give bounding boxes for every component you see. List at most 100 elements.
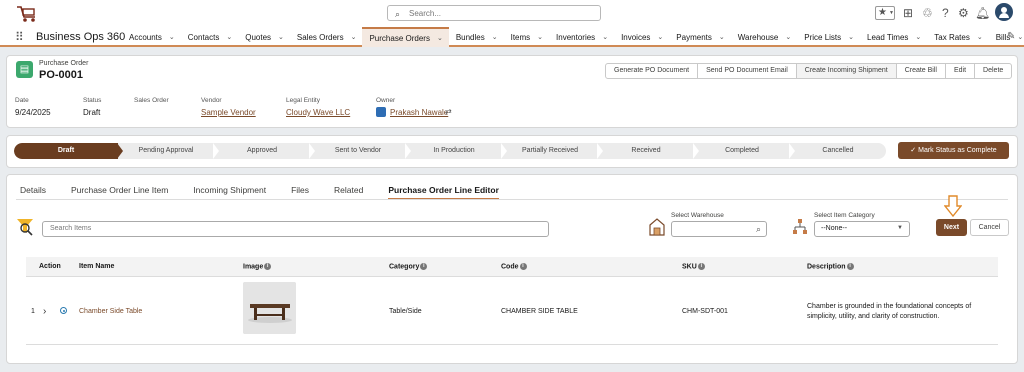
vendor-link[interactable]: Sample Vendor	[201, 108, 256, 117]
owner-link[interactable]: Prakash Nawale	[390, 108, 448, 117]
tab-details[interactable]: Details	[20, 184, 46, 200]
search-placeholder: Search...	[409, 9, 442, 18]
path-step-approved[interactable]: Approved	[214, 143, 310, 159]
nav-item-tax-rates[interactable]: Tax Rates ⌄	[927, 27, 988, 47]
purchase-order-icon: ▤	[16, 61, 33, 78]
nav-item-quotes[interactable]: Quotes ⌄	[238, 27, 290, 47]
col-category-label: Category	[389, 263, 420, 271]
status-value: Draft	[83, 108, 101, 117]
search-icon: ⌕	[755, 224, 761, 234]
path-step-in-production[interactable]: In Production	[406, 143, 502, 159]
mark-status-complete-button[interactable]: ✓ Mark Status as Complete	[898, 142, 1009, 159]
help-icon[interactable]: ?	[942, 6, 949, 20]
item-name-link[interactable]: Chamber Side Table	[79, 308, 142, 315]
create-bill-button[interactable]: Create Bill	[897, 64, 946, 78]
chevron-down-icon[interactable]: ⌄	[492, 33, 498, 41]
chevron-down-icon[interactable]: ⌄	[602, 33, 608, 41]
change-owner-icon[interactable]: ⇄	[445, 107, 452, 116]
row-select-radio[interactable]	[60, 307, 67, 314]
chevron-down-icon[interactable]: ⌄	[657, 33, 663, 41]
nav-item-contacts[interactable]: Contacts ⌄	[181, 27, 238, 47]
table-header: Action Item Name Image i Category i Code i …	[26, 257, 998, 277]
app-launcher-icon[interactable]: ⠿	[15, 30, 24, 44]
delete-button[interactable]: Delete	[975, 64, 1011, 78]
next-button[interactable]: Next	[936, 219, 967, 236]
path-step-partially-received[interactable]: Partially Received	[502, 143, 598, 159]
path-step-completed[interactable]: Completed	[694, 143, 790, 159]
nav-item-inventories[interactable]: Inventories ⌄	[549, 27, 614, 47]
tabs-divider	[16, 199, 1008, 200]
gear-icon[interactable]: ⚙	[958, 6, 969, 20]
chevron-down-icon[interactable]: ⌄	[977, 33, 983, 41]
chevron-down-icon[interactable]: ⌄	[719, 33, 725, 41]
chevron-down-icon: ▼	[889, 10, 894, 16]
nav-item-label: Quotes	[245, 32, 272, 42]
add-icon[interactable]: ⊞	[903, 6, 913, 20]
nav-item-label: Inventories	[556, 32, 596, 42]
tab-purchase-order-line-item[interactable]: Purchase Order Line Item	[71, 184, 168, 200]
category-select[interactable]: --None-- ▼	[814, 221, 910, 237]
nav-item-accounts[interactable]: Accounts ⌄	[122, 27, 181, 47]
nav-item-items[interactable]: Items ⌄	[504, 27, 549, 47]
col-image-label: Image	[243, 263, 264, 271]
path-step-draft[interactable]: Draft	[14, 143, 118, 159]
chevron-down-icon[interactable]: ⌄	[915, 33, 921, 41]
chevron-down-icon[interactable]: ⌄	[169, 33, 175, 41]
nav-item-bundles[interactable]: Bundles ⌄	[449, 27, 504, 47]
chevron-down-icon[interactable]: ⌄	[351, 33, 357, 41]
search-icon: ⌕	[395, 9, 401, 19]
favorites-button[interactable]: ★ ▼	[875, 6, 895, 20]
nav-item-price-lists[interactable]: Price Lists ⌄	[797, 27, 860, 47]
create-incoming-shipment-button[interactable]: Create Incoming Shipment	[796, 64, 897, 78]
col-image: Image i	[243, 263, 272, 271]
chevron-down-icon[interactable]: ⌄	[537, 33, 543, 41]
nav-item-lead-times[interactable]: Lead Times ⌄	[860, 27, 927, 47]
edit-nav-icon[interactable]: ✎	[1007, 31, 1015, 42]
col-sku: SKU i	[682, 263, 705, 270]
nav-item-payments[interactable]: Payments ⌄	[669, 27, 730, 47]
nav-item-label: Warehouse	[737, 32, 779, 42]
chevron-down-icon[interactable]: ⌄	[1017, 33, 1023, 41]
avatar[interactable]	[995, 3, 1013, 21]
owner-avatar	[376, 107, 386, 117]
info-icon: i	[846, 263, 854, 270]
nav-item-invoices[interactable]: Invoices ⌄	[614, 27, 669, 47]
tab-files[interactable]: Files	[291, 184, 309, 200]
tab-incoming-shipment[interactable]: Incoming Shipment	[193, 184, 266, 200]
chevron-down-icon[interactable]: ⌄	[437, 34, 443, 42]
chevron-down-icon[interactable]: ⌄	[785, 33, 791, 41]
path-step-sent-to-vendor[interactable]: Sent to Vendor	[310, 143, 406, 159]
path-step-received[interactable]: Received	[598, 143, 694, 159]
nav-item-warehouse[interactable]: Warehouse ⌄	[731, 27, 798, 47]
col-action: Action	[39, 263, 61, 270]
nav-item-purchase-orders[interactable]: Purchase Orders ⌄	[362, 27, 449, 47]
chevron-down-icon[interactable]: ⌄	[278, 33, 284, 41]
global-search-input[interactable]: ⌕ Search...	[387, 5, 601, 21]
generate-po-document-button[interactable]: Generate PO Document	[606, 64, 699, 78]
path-step-pending-approval[interactable]: Pending Approval	[118, 143, 214, 159]
nav-item-label: Items	[510, 32, 531, 42]
info-icon: i	[420, 263, 428, 270]
search-items-input[interactable]: Search Items	[42, 221, 549, 237]
warehouse-input[interactable]: ⌕	[671, 221, 767, 237]
expand-row-icon[interactable]: ›	[43, 306, 46, 317]
cancel-button[interactable]: Cancel	[970, 219, 1009, 236]
nav-tabs: Accounts ⌄ Contacts ⌄ Quotes ⌄ Sales Orders ⌄ Pu…	[122, 27, 1024, 47]
chevron-down-icon[interactable]: ⌄	[848, 33, 854, 41]
chevron-down-icon: ▼	[897, 225, 903, 231]
legal-entity-link[interactable]: Cloudy Wave LLC	[286, 108, 350, 117]
warehouse-label: Select Warehouse	[671, 212, 724, 219]
col-description: Description i	[807, 263, 854, 270]
nav-item-sales-orders[interactable]: Sales Orders ⌄	[290, 27, 363, 47]
bell-icon[interactable]: 🔔︎	[975, 6, 990, 20]
edit-button[interactable]: Edit	[946, 64, 976, 78]
tab-purchase-order-line-editor[interactable]: Purchase Order Line Editor	[388, 184, 499, 200]
send-po-document-email-button[interactable]: Send PO Document Email	[698, 64, 797, 78]
chevron-down-icon[interactable]: ⌄	[226, 33, 232, 41]
tab-related[interactable]: Related	[334, 184, 363, 200]
col-category: Category i	[389, 263, 428, 271]
trailhead-icon[interactable]: ♲	[922, 6, 933, 20]
path-step-cancelled[interactable]: Cancelled	[790, 143, 886, 159]
cart-logo-icon[interactable]	[15, 4, 39, 24]
search-items-placeholder: Search Items	[50, 225, 92, 232]
